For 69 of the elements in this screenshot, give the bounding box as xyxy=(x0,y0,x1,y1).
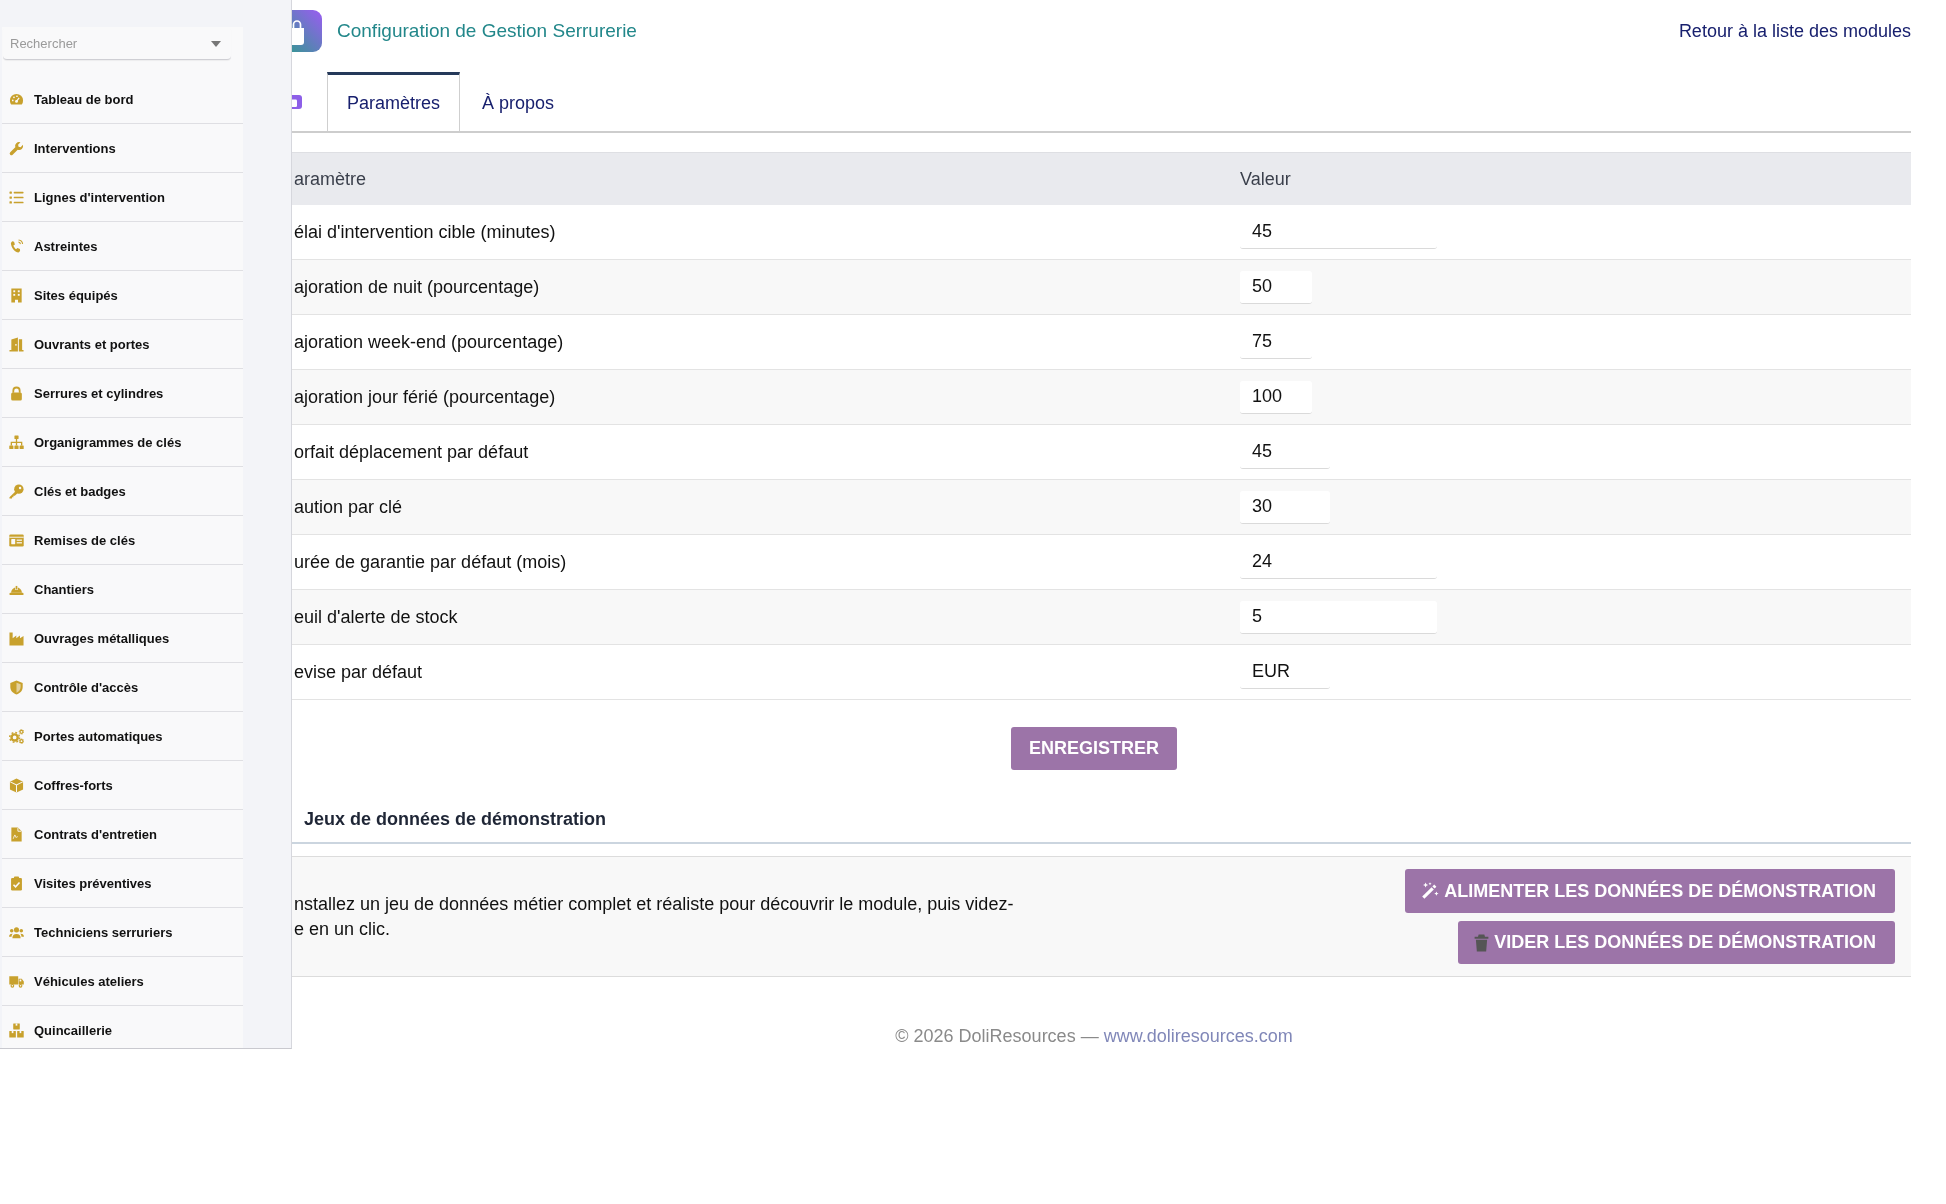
sidebar-item[interactable]: Astreintes xyxy=(2,222,243,271)
sidebar-item[interactable]: Chantiers xyxy=(2,565,243,614)
sidebar-item[interactable]: Véhicules ateliers xyxy=(2,957,243,1006)
factory-icon xyxy=(9,630,24,646)
section-title: Jeux de données de démonstration xyxy=(304,808,607,830)
key-icon xyxy=(9,483,24,499)
tab-icon[interactable] xyxy=(292,94,302,109)
page-title: Configuration de Gestion Serrurerie xyxy=(337,20,637,42)
sidebar-item[interactable]: Ouvrants et portes xyxy=(2,320,243,369)
table-cell-text: aution par clé xyxy=(293,496,403,518)
hierarchy-icon xyxy=(9,434,24,450)
table-cell-text: ajoration jour férié (pourcentage) xyxy=(293,386,556,408)
building-icon xyxy=(9,287,24,303)
input-field[interactable]: 30 xyxy=(1240,490,1330,524)
description-text: nstallez un jeu de données métier complet et réaliste pour découvrir le module, puis videz- e en un clic. xyxy=(294,892,1014,941)
sidebar-item[interactable]: Clés et badges xyxy=(2,467,243,516)
sidebar-item[interactable]: Tableau de bord xyxy=(2,75,243,124)
door-icon xyxy=(9,336,24,352)
box-icon xyxy=(9,777,24,793)
magic-wand-icon xyxy=(1421,882,1440,900)
sidebar-item[interactable]: Sites équipés xyxy=(2,271,243,320)
shield-icon xyxy=(9,679,24,695)
table-cell-text: ajoration de nuit (pourcentage) xyxy=(293,276,540,298)
boxes-icon xyxy=(9,1022,24,1038)
column-header: aramètre xyxy=(293,168,367,190)
sidebar-item[interactable]: Remises de clés xyxy=(2,516,243,565)
input-field[interactable]: 50 xyxy=(1240,270,1312,304)
lock-icon xyxy=(9,385,24,401)
sidebar-item[interactable]: Techniciens serruriers xyxy=(2,908,243,957)
table-cell-text: élai d'intervention cible (minutes) xyxy=(293,221,556,243)
clipboard-check-icon xyxy=(9,875,24,891)
truck-icon xyxy=(9,973,24,989)
caret-icon[interactable] xyxy=(211,41,221,47)
phone-icon xyxy=(9,238,24,254)
sidebar-item[interactable]: Serrures et cylindres xyxy=(2,369,243,418)
table-cell-text: euil d'alerte de stock xyxy=(293,606,458,628)
trash-icon xyxy=(1474,933,1490,952)
input-field[interactable]: 100 xyxy=(1240,380,1312,414)
users-icon xyxy=(9,924,24,940)
fill-data-button[interactable]: ALIMENTER LES DONNÉES DE DÉMONSTRATION xyxy=(1405,869,1895,913)
sidebar-item[interactable]: Quincaillerie xyxy=(2,1006,243,1048)
document-icon xyxy=(9,826,24,842)
wrench-icon xyxy=(9,140,24,156)
sidebar-item[interactable]: Contrats d'entretien xyxy=(2,810,243,859)
tab[interactable]: À propos xyxy=(462,72,575,131)
sidebar-item[interactable]: Ouvrages métalliques xyxy=(2,614,243,663)
footer-text: © 2026 DoliResources — xyxy=(895,1025,1099,1047)
sidebar-item[interactable]: Coffres-forts xyxy=(2,761,243,810)
table-cell-text: orfait déplacement par défaut xyxy=(293,441,529,463)
gauge-icon xyxy=(9,91,24,107)
search-field[interactable]: Rechercher xyxy=(3,27,231,60)
save-button[interactable]: ENREGISTRER xyxy=(1011,727,1177,770)
clear-data-button[interactable]: VIDER LES DONNÉES DE DÉMONSTRATION xyxy=(1458,921,1895,964)
sidebar-item[interactable]: Interventions xyxy=(2,124,243,173)
tab[interactable]: Paramètres xyxy=(327,72,461,131)
sidebar-item[interactable]: Organigrammes de clés xyxy=(2,418,243,467)
input-field[interactable]: 5 xyxy=(1240,600,1437,634)
sidebar-item[interactable]: Lignes d'intervention xyxy=(2,173,243,222)
back-link[interactable]: Retour à la liste des modules xyxy=(1678,20,1911,42)
table-cell-text: ajoration week-end (pourcentage) xyxy=(293,331,564,353)
sidebar-item[interactable]: Contrôle d'accès xyxy=(2,663,243,712)
id-card-icon xyxy=(9,532,24,548)
table-cell-text: urée de garantie par défaut (mois) xyxy=(293,551,567,573)
column-header: Valeur xyxy=(1239,168,1291,190)
sidebar-item[interactable]: Visites préventives xyxy=(2,859,243,908)
table-cell-text: evise par défaut xyxy=(293,661,423,683)
gears-icon xyxy=(9,728,24,744)
list-icon xyxy=(9,189,24,205)
sidebar-item[interactable]: Portes automatiques xyxy=(2,712,243,761)
